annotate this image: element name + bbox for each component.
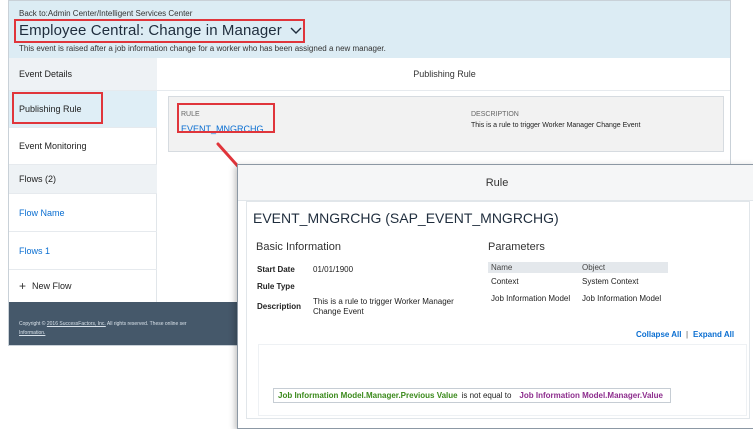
condition-operator: is not equal to xyxy=(461,391,512,400)
link-separator: | xyxy=(686,330,689,339)
sidebar-item-label: Flow Name xyxy=(19,207,65,218)
plus-icon: + xyxy=(19,279,27,293)
sidebar-item-flow-name[interactable]: Flow Name xyxy=(9,194,157,232)
sidebar-section-flows: Flows (2) xyxy=(9,165,157,194)
param-object: Job Information Model xyxy=(582,294,662,303)
new-flow-button[interactable]: + New Flow xyxy=(9,270,157,302)
back-link[interactable]: Back to:Admin Center/Intelligent Service… xyxy=(19,9,192,18)
condition-right-operand: Job Information Model.Manager.Value xyxy=(519,391,663,400)
sidebar-item-event-monitoring[interactable]: Event Monitoring xyxy=(9,128,157,165)
footer-info-link[interactable]: Information. xyxy=(19,330,45,336)
rule-panel: RULE EVENT_MNGRCHG DESCRIPTION This is a… xyxy=(168,96,724,152)
param-name: Context xyxy=(491,277,519,286)
start-date-value: 01/01/1900 xyxy=(313,265,354,274)
footer-company-link[interactable]: 2016 SuccessFactors, Inc. xyxy=(47,321,106,327)
description-value: This is a rule to trigger Worker Manager… xyxy=(313,297,454,316)
param-name: Job Information Model xyxy=(491,294,571,303)
footer-text-prefix: Copyright © xyxy=(19,321,47,327)
dialog-title: EVENT_MNGRCHG (SAP_EVENT_MNGRCHG) xyxy=(253,210,559,226)
description-value: This is a rule to trigger Worker Manager… xyxy=(471,122,641,129)
parameters-title: Parameters xyxy=(488,241,545,253)
sidebar-item-flows-1[interactable]: Flows 1 xyxy=(9,232,157,270)
highlight-box-publishing-rule xyxy=(12,92,103,124)
sidebar-item-label: Event Details xyxy=(19,69,73,79)
param-header-object: Object xyxy=(579,262,668,273)
sidebar-section-label: Flows (2) xyxy=(19,174,57,184)
page-subtitle: This event is raised after a job informa… xyxy=(19,44,386,53)
description-label: DESCRIPTION xyxy=(471,111,519,118)
condition-left-operand: Job Information Model.Manager.Previous V… xyxy=(278,391,458,400)
new-flow-label: New Flow xyxy=(32,281,72,291)
condition-area xyxy=(258,344,747,416)
rule-type-label: Rule Type xyxy=(257,282,295,291)
highlight-box-title xyxy=(14,19,305,43)
sidebar-item-label: Event Monitoring xyxy=(19,141,87,151)
collapse-all-link[interactable]: Collapse All xyxy=(636,330,682,339)
page-header: Back to:Admin Center/Intelligent Service… xyxy=(9,1,730,58)
basic-info-title: Basic Information xyxy=(256,241,341,253)
expand-all-link[interactable]: Expand All xyxy=(693,330,734,339)
footer-text-suffix: All rights reserved. These online ser xyxy=(105,321,187,327)
param-object: System Context xyxy=(582,277,639,286)
start-date-label: Start Date xyxy=(257,265,295,274)
section-title: Publishing Rule xyxy=(157,58,730,91)
description-label: Description xyxy=(257,302,302,311)
sidebar-item-label: Flows 1 xyxy=(19,245,51,256)
param-header-name: Name xyxy=(488,262,579,273)
dialog-header: Rule xyxy=(238,165,753,201)
sidebar-item-event-details[interactable]: Event Details xyxy=(9,58,157,91)
highlight-box-rule xyxy=(177,103,275,133)
condition-expression[interactable]: Job Information Model.Manager.Previous V… xyxy=(273,388,671,403)
